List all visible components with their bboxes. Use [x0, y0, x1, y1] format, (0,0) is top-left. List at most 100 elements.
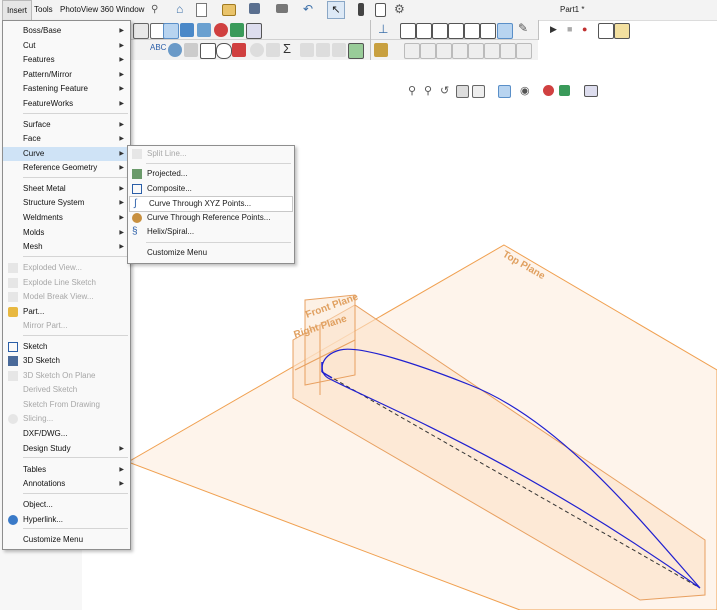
menu-item-weldments[interactable]: Weldments ▶ — [3, 211, 130, 225]
appearance-icon[interactable] — [214, 23, 228, 37]
menu-item-structure-system[interactable]: Structure System ▶ — [3, 196, 130, 210]
menu-item-features[interactable]: Features ▶ — [3, 53, 130, 67]
tool-icon[interactable] — [184, 43, 198, 57]
print-icon[interactable] — [276, 4, 288, 13]
play-icon[interactable]: ▶ — [550, 24, 557, 35]
macro-icon[interactable] — [598, 23, 614, 39]
tool-icon[interactable] — [200, 43, 216, 59]
select-icon[interactable]: ↖ — [327, 1, 345, 19]
submenu-item-projected[interactable]: Projected... — [128, 167, 294, 181]
view-box-icon[interactable] — [448, 23, 464, 39]
menu-item-3d-sketch[interactable]: 3D Sketch — [3, 354, 130, 368]
tool-icon[interactable] — [420, 43, 436, 59]
tool-icon[interactable] — [232, 43, 246, 57]
menu-item-cut[interactable]: Cut ▶ — [3, 39, 130, 53]
menu-item-model-break-view[interactable]: Model Break View... — [3, 290, 130, 304]
menu-item-reference-geometry[interactable]: Reference Geometry ▶ — [3, 161, 130, 175]
menu-item-mesh[interactable]: Mesh ▶ — [3, 240, 130, 254]
measure-icon[interactable]: ✎ — [518, 21, 528, 35]
shaded-icon[interactable] — [180, 23, 194, 37]
view-box-icon[interactable] — [400, 23, 416, 39]
hide-show-icon[interactable] — [197, 23, 211, 37]
menu-item-derived-sketch[interactable]: Derived Sketch — [3, 383, 130, 397]
undo-icon[interactable]: ↶ — [303, 2, 313, 16]
new-document-icon[interactable] — [196, 3, 207, 17]
traffic-light-icon[interactable] — [358, 3, 364, 16]
menu-item-sheet-metal[interactable]: Sheet Metal ▶ — [3, 182, 130, 196]
submenu-item-curve-through-reference-points[interactable]: Curve Through Reference Points... — [128, 211, 294, 225]
submenu-item-split-line[interactable]: Split Line... — [128, 147, 294, 161]
tool-icon[interactable] — [216, 43, 232, 59]
macro-edit-icon[interactable] — [614, 23, 630, 39]
menu-photoview[interactable]: PhotoView 360 — [56, 0, 118, 20]
view-box-icon[interactable] — [432, 23, 448, 39]
menu-insert[interactable]: Insert — [2, 0, 33, 20]
tool-icon[interactable] — [500, 43, 516, 59]
menu-item-pattern-mirror[interactable]: Pattern/Mirror ▶ — [3, 68, 130, 82]
isometric-icon[interactable] — [497, 23, 513, 39]
menu-item-explode-line-sketch[interactable]: Explode Line Sketch — [3, 276, 130, 290]
menu-item-hyperlink[interactable]: Hyperlink... — [3, 513, 130, 527]
menu-item-dxf-dwg[interactable]: DXF/DWG... — [3, 427, 130, 441]
submenu-arrow-icon: ▶ — [119, 57, 124, 63]
submenu-item-customize-menu[interactable]: Customize Menu — [128, 246, 294, 260]
tool-icon[interactable] — [348, 43, 364, 59]
menu-item-curve[interactable]: Curve ▶ — [3, 147, 130, 161]
tool-icon[interactable] — [316, 43, 330, 57]
tool-icon[interactable] — [168, 43, 182, 57]
menu-item-sketch[interactable]: Sketch — [3, 340, 130, 354]
tool-icon[interactable] — [516, 43, 532, 59]
view-box-icon[interactable] — [464, 23, 480, 39]
menu-item-customize-menu[interactable]: Customize Menu — [3, 533, 130, 547]
menu-item-design-study[interactable]: Design Study ▶ — [3, 442, 130, 456]
tool-icon[interactable] — [250, 43, 264, 57]
tool-icon[interactable] — [436, 43, 452, 59]
menu-item-surface[interactable]: Surface ▶ — [3, 118, 130, 132]
spell-check-icon[interactable]: ABC — [150, 43, 166, 52]
view-box-icon[interactable] — [416, 23, 432, 39]
pin-icon[interactable]: ⚲ — [151, 4, 158, 15]
menu-item-part[interactable]: Part... — [3, 305, 130, 319]
view-orientation-icon[interactable] — [133, 23, 149, 39]
scene-icon[interactable] — [230, 23, 244, 37]
menu-item-face[interactable]: Face ▶ — [3, 132, 130, 146]
submenu-item-curve-through-xyz-points[interactable]: ∫ Curve Through XYZ Points... — [129, 196, 293, 212]
menu-item-tables[interactable]: Tables ▶ — [3, 463, 130, 477]
menu-item-3d-sketch-on-plane[interactable]: 3D Sketch On Plane — [3, 369, 130, 383]
record-icon[interactable]: ● — [582, 24, 587, 34]
menu-item-fastening-feature[interactable]: Fastening Feature ▶ — [3, 82, 130, 96]
tool-icon[interactable] — [484, 43, 500, 59]
menu-item-slicing[interactable]: Slicing... — [3, 412, 130, 426]
save-icon[interactable] — [249, 3, 260, 14]
submenu-arrow-icon: ▶ — [119, 28, 124, 34]
menu-tools[interactable]: Tools — [30, 0, 57, 20]
submenu-item-composite[interactable]: Composite... — [128, 182, 294, 196]
monitor-icon[interactable] — [246, 23, 262, 39]
sum-icon[interactable]: Σ — [283, 41, 291, 56]
file-properties-icon[interactable] — [375, 3, 386, 17]
submenu-item-helix-spiral[interactable]: § Helix/Spiral... — [128, 225, 294, 239]
menu-item-exploded-view[interactable]: Exploded View... — [3, 261, 130, 275]
normal-to-icon[interactable]: ⊥ — [378, 22, 388, 36]
tool-icon[interactable] — [452, 43, 468, 59]
menu-item-sketch-from-drawing[interactable]: Sketch From Drawing — [3, 398, 130, 412]
menu-item-annotations[interactable]: Annotations ▶ — [3, 477, 130, 491]
tool-icon[interactable] — [404, 43, 420, 59]
open-icon[interactable] — [222, 4, 236, 16]
stop-icon[interactable]: ■ — [567, 24, 572, 34]
menu-item-molds[interactable]: Molds ▶ — [3, 226, 130, 240]
home-icon[interactable]: ⌂ — [176, 2, 183, 16]
tool-icon[interactable] — [266, 43, 280, 57]
menu-item-boss-base[interactable]: Boss/Base ▶ — [3, 24, 130, 38]
tool-icon[interactable] — [332, 43, 346, 57]
view-box-icon[interactable] — [480, 23, 496, 39]
menu-item-mirror-part[interactable]: Mirror Part... — [3, 319, 130, 333]
tool-icon[interactable] — [300, 43, 314, 57]
tool-icon[interactable] — [374, 43, 388, 57]
tool-icon[interactable] — [468, 43, 484, 59]
display-style-icon[interactable] — [163, 23, 179, 39]
menu-window[interactable]: Window — [112, 0, 148, 20]
gear-icon[interactable]: ⚙ — [394, 2, 405, 16]
menu-item-object[interactable]: Object... — [3, 498, 130, 512]
menu-item-featureworks[interactable]: FeatureWorks ▶ — [3, 97, 130, 111]
